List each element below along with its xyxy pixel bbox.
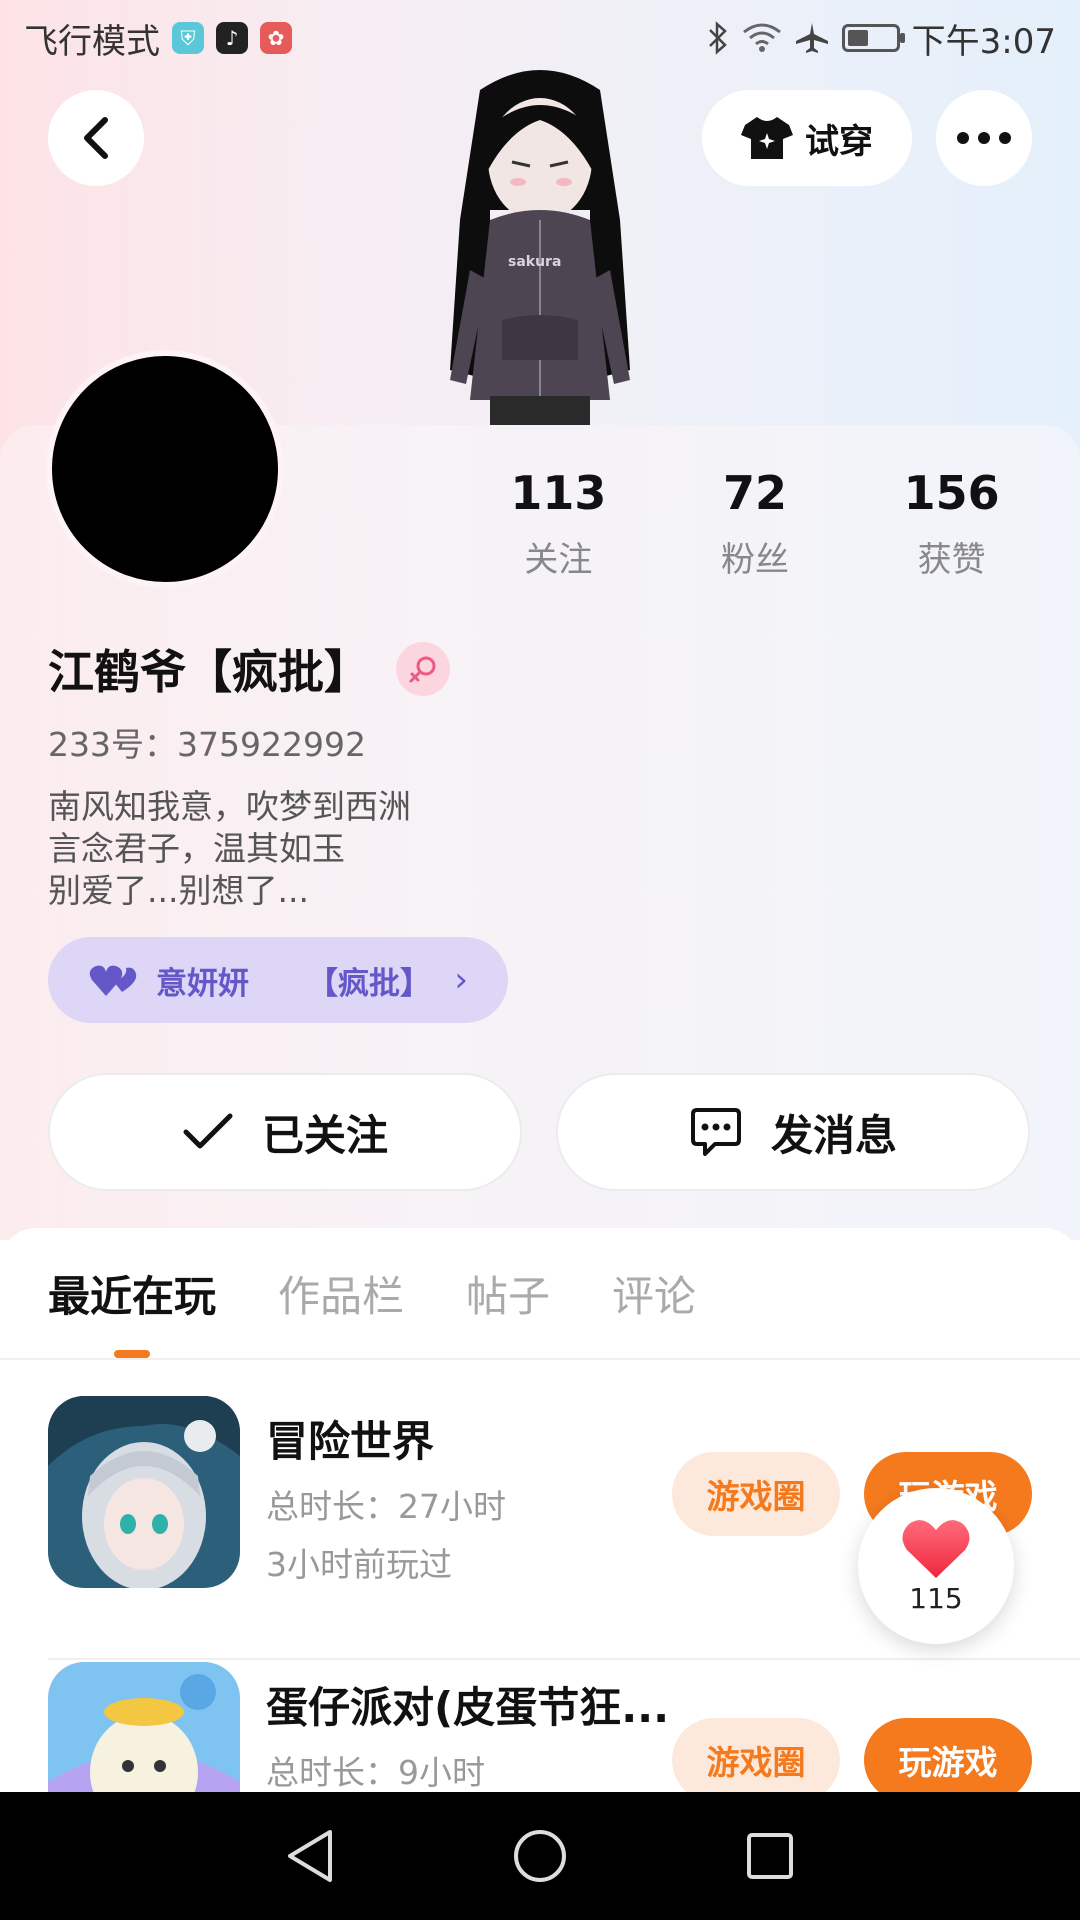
bluetooth-icon bbox=[708, 21, 727, 55]
airplane-mode-label: 飞行模式 bbox=[24, 21, 160, 62]
circle-home-icon bbox=[514, 1830, 566, 1882]
username-row: 江鹤爷【疯批】 bbox=[48, 636, 450, 702]
status-right: 下午3:07 bbox=[706, 14, 1056, 63]
airplane-icon bbox=[795, 23, 828, 53]
cp-partner-tag: 【疯批】 bbox=[307, 965, 431, 1002]
stats-row: 113 关注 72 粉丝 156 获赞 bbox=[460, 466, 1050, 581]
following-count: 113 bbox=[510, 466, 607, 520]
followed-button[interactable]: 已关注 bbox=[48, 1073, 522, 1191]
chevron-right-icon: › bbox=[454, 960, 468, 1000]
female-gender-icon bbox=[396, 642, 450, 696]
user-id: 233号：375922992 bbox=[48, 725, 366, 764]
huawei-app-icon: ✿ bbox=[260, 22, 292, 54]
bio-line: 南风知我意，吹梦到西洲 bbox=[48, 787, 411, 826]
likes-label: 获赞 bbox=[917, 540, 986, 580]
bio-line: 言念君子，温其如玉 bbox=[48, 829, 345, 868]
hoodie-print-text: sakura bbox=[508, 254, 561, 270]
status-time: 下午3:07 bbox=[911, 21, 1056, 62]
cp-partner-name: 意妍妍 bbox=[156, 965, 249, 1002]
bio: 南风知我意，吹梦到西洲 言念君子，温其如玉 别爱了...别想了... bbox=[48, 786, 411, 912]
followed-label: 已关注 bbox=[261, 1110, 388, 1160]
stat-likes[interactable]: 156 获赞 bbox=[853, 466, 1050, 581]
wifi-icon bbox=[742, 23, 781, 52]
back-button[interactable] bbox=[48, 90, 144, 186]
following-label: 关注 bbox=[524, 540, 593, 580]
nav-back-button[interactable] bbox=[270, 1816, 350, 1896]
send-message-button[interactable]: 发消息 bbox=[556, 1073, 1030, 1191]
shield-app-icon: ⛨ bbox=[172, 22, 204, 54]
more-dots-icon bbox=[957, 132, 1011, 144]
triangle-back-icon bbox=[288, 1830, 332, 1882]
stat-fans[interactable]: 72 粉丝 bbox=[657, 466, 854, 581]
more-options-button[interactable] bbox=[936, 90, 1032, 186]
tab-recently-played[interactable]: 最近在玩 bbox=[48, 1263, 216, 1324]
play-game-button[interactable]: 玩游戏 bbox=[864, 1718, 1032, 1792]
cp-relationship-tag[interactable]: 意妍妍 【疯批】 › bbox=[48, 937, 508, 1023]
nav-recents-button[interactable] bbox=[730, 1816, 810, 1896]
tab-comments[interactable]: 评论 bbox=[612, 1263, 696, 1324]
battery-icon bbox=[841, 24, 905, 52]
game-icon-adventure-world[interactable] bbox=[48, 1396, 240, 1588]
list-item[interactable]: 蛋仔派对(皮蛋节狂... 总时长：9小时 游戏圈 玩游戏 bbox=[48, 1662, 1080, 1792]
tiktok-icon: ♪ bbox=[216, 22, 248, 54]
double-heart-icon bbox=[89, 965, 137, 996]
game-circle-button[interactable]: 游戏圈 bbox=[672, 1718, 840, 1792]
profile-header-background: 飞行模式 ⛨ ♪ ✿ 下午3:07 试穿 sakura 113 关注 72 粉丝… bbox=[0, 0, 1080, 1240]
back-arrow-icon bbox=[84, 117, 108, 159]
game-title: 冒险世界 bbox=[266, 1417, 435, 1466]
game-title: 蛋仔派对(皮蛋节狂... bbox=[266, 1683, 670, 1732]
system-nav-bar bbox=[0, 1792, 1080, 1920]
try-on-button[interactable]: 试穿 bbox=[702, 90, 912, 186]
tshirt-icon bbox=[741, 117, 793, 159]
send-message-label: 发消息 bbox=[770, 1110, 897, 1160]
bio-line: 别爱了...别想了... bbox=[48, 871, 309, 910]
tab-works[interactable]: 作品栏 bbox=[278, 1263, 404, 1324]
profile-tabs: 最近在玩 作品栏 帖子 评论 bbox=[0, 1228, 1080, 1360]
game-circle-button[interactable]: 游戏圈 bbox=[672, 1452, 840, 1536]
game-last-played: 3小时前玩过 bbox=[266, 1545, 452, 1584]
likes-count: 156 bbox=[903, 466, 1000, 520]
like-count: 115 bbox=[909, 1581, 963, 1615]
avatar[interactable] bbox=[46, 350, 284, 588]
game-duration: 总时长：27小时 bbox=[266, 1487, 506, 1526]
like-floating-button[interactable]: 115 bbox=[858, 1488, 1014, 1644]
status-bar: 飞行模式 ⛨ ♪ ✿ 下午3:07 bbox=[0, 0, 1080, 76]
game-icon-eggy-party[interactable] bbox=[48, 1662, 240, 1792]
tab-posts[interactable]: 帖子 bbox=[466, 1263, 550, 1324]
heart-icon bbox=[902, 1519, 970, 1578]
checkmark-icon bbox=[183, 1113, 233, 1149]
square-recents-icon bbox=[747, 1833, 793, 1879]
fans-label: 粉丝 bbox=[721, 540, 789, 580]
avatar-3d-figure: sakura bbox=[450, 70, 630, 426]
try-on-label: 试穿 bbox=[805, 121, 873, 162]
fans-count: 72 bbox=[723, 466, 788, 520]
game-duration: 总时长：9小时 bbox=[266, 1753, 485, 1792]
stat-following[interactable]: 113 关注 bbox=[460, 466, 657, 581]
nav-home-button[interactable] bbox=[500, 1816, 580, 1896]
username: 江鹤爷【疯批】 bbox=[48, 645, 370, 699]
status-left: 飞行模式 ⛨ ♪ ✿ bbox=[24, 14, 292, 63]
chat-bubble-icon bbox=[690, 1108, 741, 1156]
